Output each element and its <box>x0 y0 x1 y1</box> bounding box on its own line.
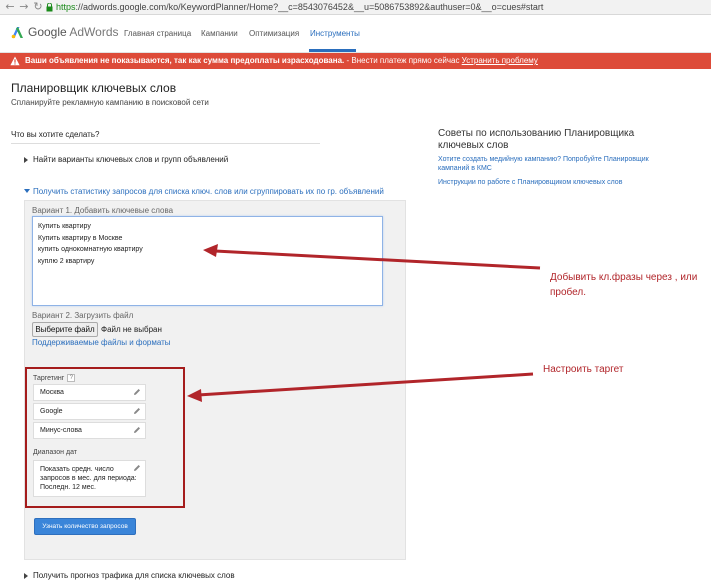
annotation-keywords-note: Добывить кл.фразы через , или пробел. <box>550 272 698 298</box>
arrow-to-targeting <box>197 372 534 397</box>
arrow-head <box>203 244 218 257</box>
arrow-head <box>187 389 202 402</box>
annotation-targeting-note: Настроить таргет <box>543 364 624 375</box>
arrow-to-keywords <box>214 249 541 270</box>
